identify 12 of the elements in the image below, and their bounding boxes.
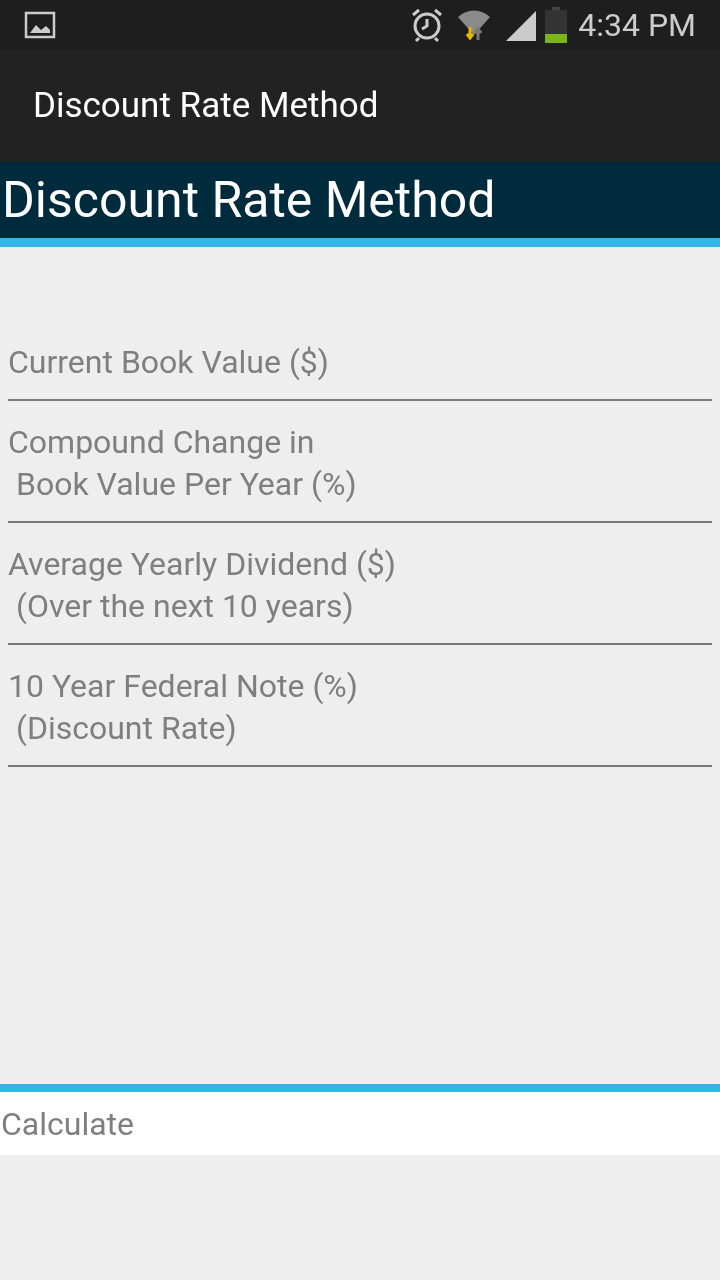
- calculate-button[interactable]: Calculate: [0, 1084, 720, 1155]
- status-time: 4:34 PM: [578, 9, 696, 41]
- app-title: Discount Rate Method: [33, 83, 379, 128]
- input-field[interactable]: Current Book Value ($): [8, 321, 712, 401]
- signal-icon: [504, 9, 539, 41]
- image-icon: [24, 11, 56, 39]
- battery-icon: [544, 7, 569, 43]
- input-field[interactable]: Compound Change in Book Value Per Year (%): [8, 401, 712, 523]
- alarm-clock-icon: [410, 7, 445, 43]
- input-field[interactable]: Average Yearly Dividend ($) (Over the next 10 years): [8, 523, 712, 645]
- input-field[interactable]: 10 Year Federal Note (%) (Discount Rate): [8, 645, 712, 767]
- page-title: Discount Rate Method: [1, 175, 496, 225]
